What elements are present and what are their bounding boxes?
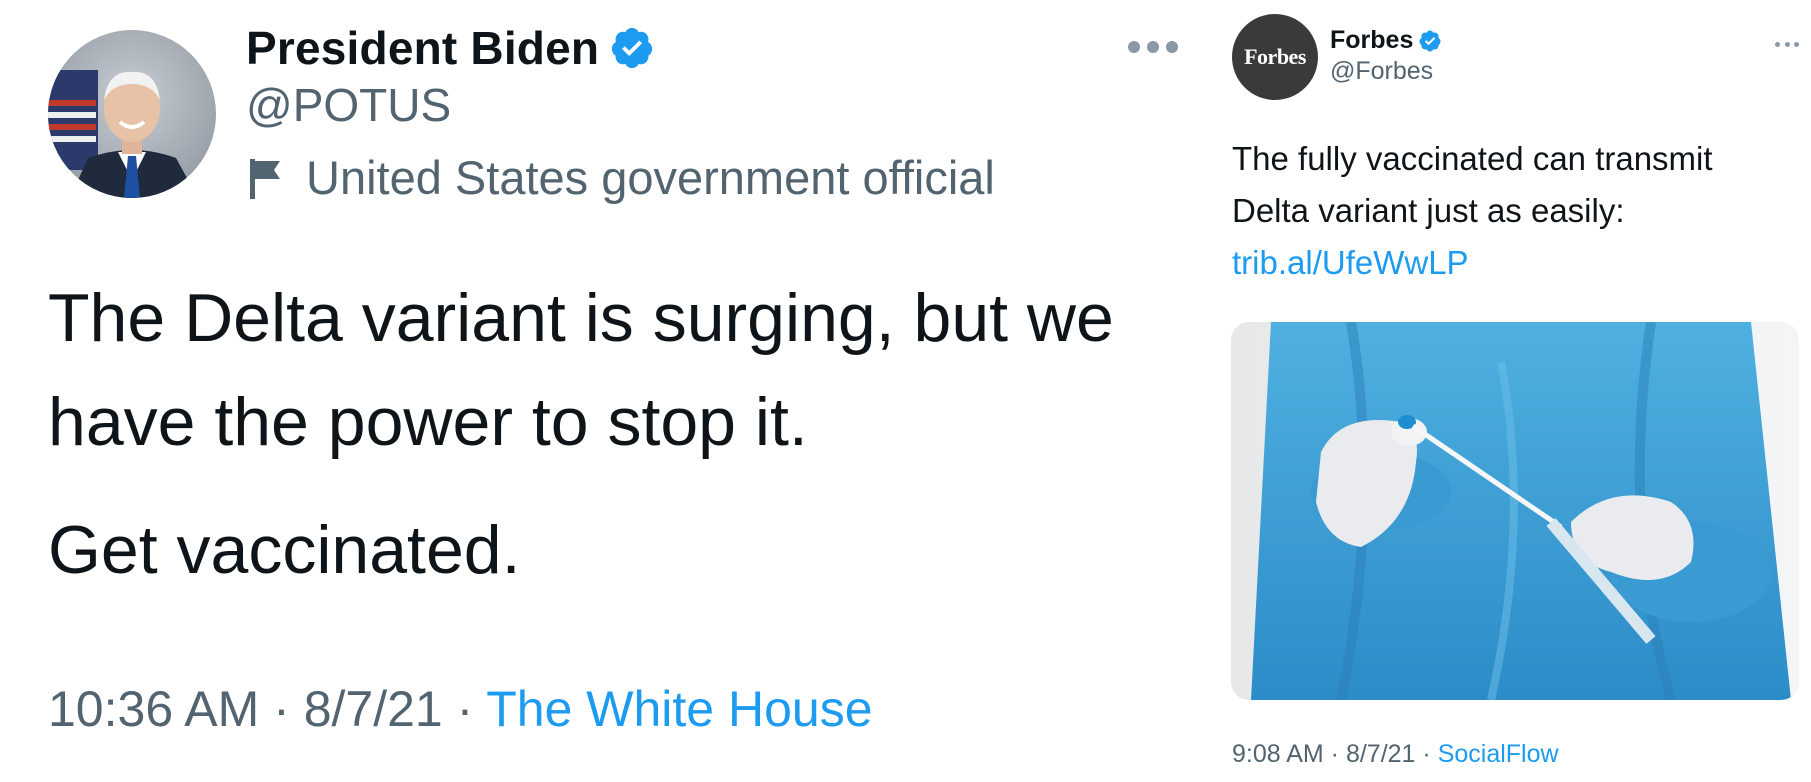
account-label: United States government official bbox=[246, 150, 995, 205]
tweet-metadata: 10:36 AM · 8/7/21 · The White House bbox=[48, 680, 873, 738]
meta-separator: · bbox=[1323, 740, 1346, 768]
author-row: Forbes bbox=[1330, 26, 1442, 55]
tweet-potus: President Biden @POTUS United States gov… bbox=[0, 0, 1200, 782]
avatar-logo-text: Forbes bbox=[1244, 44, 1306, 69]
author-handle[interactable]: @Forbes bbox=[1330, 57, 1433, 86]
author-name[interactable]: President Biden bbox=[246, 21, 599, 75]
photo-gloved-hands-holding-swab-test bbox=[1231, 322, 1799, 700]
flag-icon bbox=[246, 155, 286, 201]
tweet-forbes: Forbes Forbes @Forbes The fully vaccinat… bbox=[1220, 0, 1811, 782]
verified-badge-icon bbox=[609, 25, 655, 71]
avatar[interactable] bbox=[48, 30, 216, 198]
tweet-link[interactable]: trib.al/UfeWwLP bbox=[1232, 244, 1469, 281]
tweet-time[interactable]: 9:08 AM bbox=[1232, 740, 1324, 768]
meta-separator: · bbox=[442, 681, 487, 737]
tweet-source[interactable]: SocialFlow bbox=[1438, 740, 1559, 768]
more-options-icon[interactable] bbox=[1128, 34, 1178, 60]
tweet-media-photo[interactable] bbox=[1231, 322, 1799, 700]
account-label-text[interactable]: United States government official bbox=[306, 150, 995, 205]
tweet-text: The Delta variant is surging, but we hav… bbox=[48, 266, 1178, 602]
tweet-source[interactable]: The White House bbox=[486, 681, 872, 737]
tweet-date[interactable]: 8/7/21 bbox=[304, 681, 443, 737]
meta-separator: · bbox=[259, 681, 304, 737]
more-options-icon[interactable] bbox=[1775, 40, 1799, 48]
tweet-time[interactable]: 10:36 AM bbox=[48, 681, 259, 737]
tweet-text-body: The fully vaccinated can transmit Delta … bbox=[1232, 140, 1713, 229]
avatar[interactable]: Forbes bbox=[1232, 14, 1318, 100]
tweet-text-paragraph: Get vaccinated. bbox=[48, 512, 521, 588]
tweet-text: The fully vaccinated can transmit Delta … bbox=[1232, 133, 1782, 289]
author-handle[interactable]: @POTUS bbox=[246, 78, 451, 132]
tweet-text-paragraph: The Delta variant is surging, but we hav… bbox=[48, 280, 1114, 460]
meta-separator: · bbox=[1415, 740, 1438, 768]
tweet-metadata: 9:08 AM · 8/7/21 · SocialFlow bbox=[1232, 740, 1559, 769]
verified-badge-icon bbox=[1418, 29, 1442, 53]
author-name[interactable]: Forbes bbox=[1330, 26, 1413, 55]
avatar-photo bbox=[48, 30, 216, 198]
author-row: President Biden bbox=[246, 18, 655, 78]
tweet-date[interactable]: 8/7/21 bbox=[1346, 740, 1416, 768]
